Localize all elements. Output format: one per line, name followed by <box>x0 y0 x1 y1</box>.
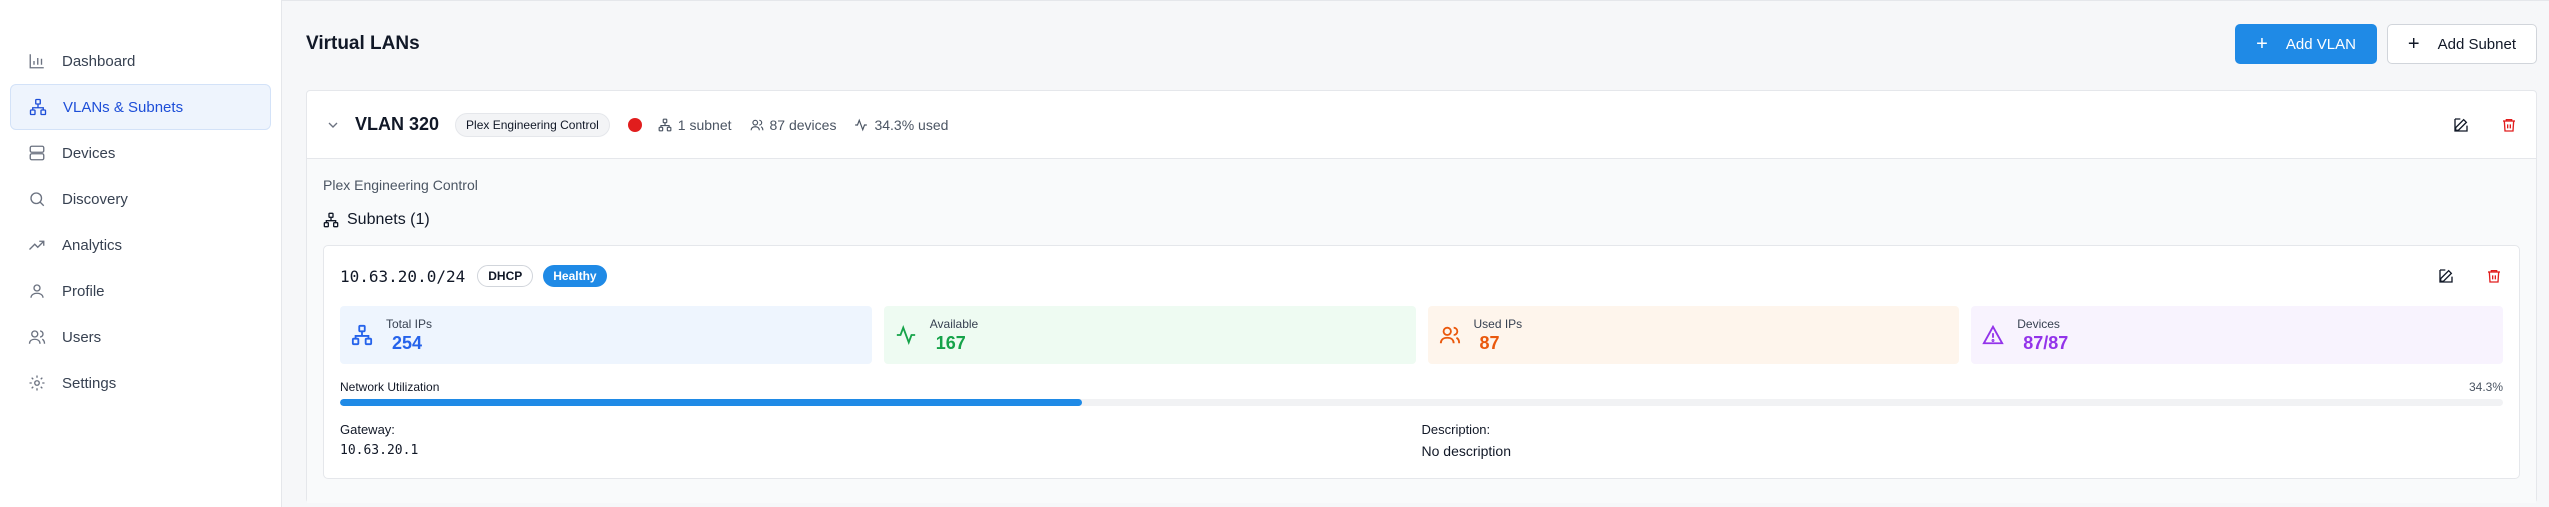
description-label: Description: <box>1421 422 1491 437</box>
stat-label: Available <box>929 316 979 331</box>
divider <box>282 0 2549 1</box>
sidebar-item-label: Discovery <box>62 190 128 208</box>
add-vlan-label: Add VLAN <box>2285 35 2356 53</box>
subnet-info: Gateway: 10.63.20.1 Description: No desc… <box>340 422 2503 459</box>
sidebar-item-dashboard[interactable]: Dashboard <box>10 38 271 84</box>
warning-icon <box>1981 323 2005 347</box>
sidebar-item-users[interactable]: Users <box>10 314 271 360</box>
subnet-count: 1 subnet <box>658 117 732 133</box>
users-icon <box>1438 323 1462 347</box>
sidebar-item-label: Profile <box>62 282 105 300</box>
sidebar-item-vlans-subnets[interactable]: VLANs & Subnets <box>10 84 271 130</box>
users-icon <box>26 326 48 348</box>
health-badge: Healthy <box>543 265 607 287</box>
page-header: Virtual LANs + Add VLAN + Add Subnet <box>306 22 2537 66</box>
stat-label: Total IPs <box>386 316 433 331</box>
stat-used-ips: Used IPs 87 <box>1427 306 1960 364</box>
sidebar-item-label: VLANs & Subnets <box>63 98 184 116</box>
plus-icon: + <box>2256 33 2268 55</box>
trending-up-icon <box>26 234 48 256</box>
sidebar-item-analytics[interactable]: Analytics <box>10 222 271 268</box>
stat-label: Devices <box>2017 316 2060 331</box>
sidebar-item-label: Dashboard <box>62 52 136 70</box>
sidebar-item-discovery[interactable]: Discovery <box>10 176 271 222</box>
plus-icon: + <box>2407 33 2420 55</box>
stat-total-ips: Total IPs 254 <box>340 306 872 364</box>
stat-available: Available 167 <box>883 306 1416 364</box>
gateway-value: 10.63.20.1 <box>340 443 419 458</box>
device-count-text: 87 devices <box>769 116 837 133</box>
sidebar-item-label: Users <box>62 328 102 346</box>
network-icon <box>323 212 339 228</box>
bar-chart-icon <box>26 50 48 72</box>
sidebar-item-label: Settings <box>62 374 117 392</box>
stat-label: Used IPs <box>1473 316 1523 331</box>
description-value: No description <box>1421 443 1512 459</box>
status-dot <box>627 117 642 132</box>
vlan-tag: Plex Engineering Control <box>455 112 610 137</box>
sidebar-item-devices[interactable]: Devices <box>10 130 271 176</box>
gateway-label: Gateway: <box>340 422 395 437</box>
trash-icon <box>2488 270 2500 283</box>
stat-devices: Devices 87/87 <box>1971 306 2503 364</box>
subnet-stats: Total IPs 254 Available 167 Used IPs 87 … <box>340 306 2503 364</box>
sidebar: Dashboard VLANs & Subnets Devices Discov… <box>0 0 282 507</box>
utilization-label: Network Utilization <box>340 380 440 394</box>
user-icon <box>26 280 48 302</box>
vlan-name: VLAN 320 <box>355 114 440 134</box>
sidebar-item-settings[interactable]: Settings <box>10 360 271 406</box>
edit-subnet-button[interactable] <box>2437 267 2455 285</box>
gear-icon <box>26 372 48 394</box>
utilization-progress-fill <box>340 399 1082 406</box>
subnet-header: 10.63.20.0/24 DHCP Healthy <box>340 246 2503 306</box>
subnet-cidr: 10.63.20.0/24 <box>340 266 466 286</box>
trash-icon <box>2503 118 2515 132</box>
vlan-header[interactable]: VLAN 320 Plex Engineering Control 1 subn… <box>307 91 2536 159</box>
network-icon <box>27 96 49 118</box>
search-icon <box>26 188 48 210</box>
delete-subnet-button[interactable] <box>2485 267 2503 285</box>
vlan-card: VLAN 320 Plex Engineering Control 1 subn… <box>306 90 2537 503</box>
dhcp-badge: DHCP <box>477 265 534 287</box>
edit-icon <box>2439 269 2453 283</box>
stat-value: 167 <box>935 332 966 353</box>
activity-icon <box>855 118 868 131</box>
server-icon <box>26 142 48 164</box>
device-count: 87 devices <box>750 116 837 133</box>
sidebar-item-label: Analytics <box>62 236 123 254</box>
usage-indicator: 34.3% used <box>854 117 948 133</box>
usage-text: 34.3% used <box>874 116 949 133</box>
edit-icon <box>2454 117 2468 132</box>
stat-value: 87 <box>1479 332 1500 353</box>
network-icon <box>658 118 672 131</box>
stat-value: 254 <box>392 332 423 353</box>
edit-vlan-button[interactable] <box>2452 116 2470 134</box>
activity-icon <box>894 323 918 347</box>
subnets-title-text: Subnets (1) <box>347 211 430 228</box>
stat-value: 87/87 <box>2023 332 2069 353</box>
add-vlan-button[interactable]: + Add VLAN <box>2235 24 2377 64</box>
network-icon <box>350 323 374 347</box>
vlan-description: Plex Engineering Control <box>323 177 478 193</box>
subnet-card: 10.63.20.0/24 DHCP Healthy Total IPs 254… <box>323 245 2520 479</box>
users-icon <box>750 119 763 130</box>
chevron-down-icon[interactable] <box>325 117 341 133</box>
sidebar-item-profile[interactable]: Profile <box>10 268 271 314</box>
subnet-count-text: 1 subnet <box>677 116 732 133</box>
subnets-section-title: Subnets (1) <box>323 211 2520 229</box>
delete-vlan-button[interactable] <box>2500 116 2518 134</box>
vlan-body: Plex Engineering Control Subnets (1) 10.… <box>307 159 2536 503</box>
sidebar-item-label: Devices <box>62 144 116 162</box>
utilization-percent: 34.3% <box>2468 380 2503 394</box>
utilization-progress-bar <box>340 399 2503 406</box>
add-subnet-button[interactable]: + Add Subnet <box>2386 24 2537 64</box>
page-title: Virtual LANs <box>306 33 420 54</box>
main-content: Virtual LANs + Add VLAN + Add Subnet VLA… <box>282 0 2549 507</box>
add-subnet-label: Add Subnet <box>2437 35 2516 53</box>
utilization-row: Network Utilization 34.3% <box>340 380 2503 394</box>
